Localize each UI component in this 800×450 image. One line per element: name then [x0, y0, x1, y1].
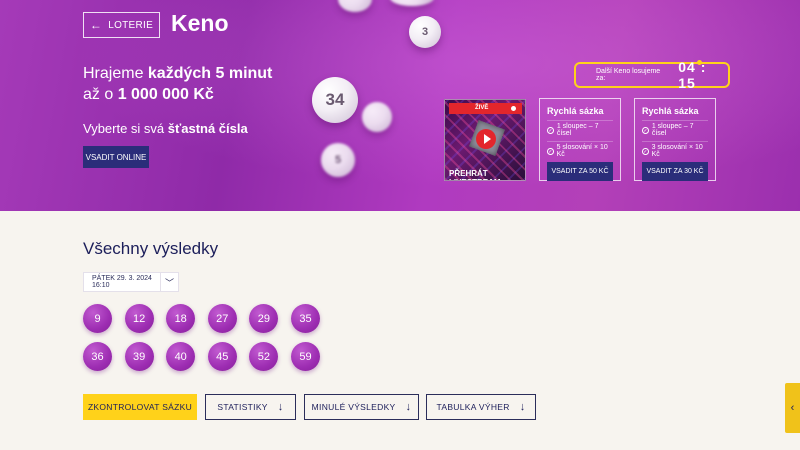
lottery-ball-decor: 5: [321, 143, 355, 177]
bet-online-button[interactable]: VSADIT ONLINE: [83, 146, 149, 168]
lottery-ball-decor: 3: [409, 16, 441, 48]
draw-date-value: PÁTEK 29. 3. 2024 16:10: [92, 275, 152, 289]
draw-countdown: Další Keno losujeme za: 04 : 15: [574, 59, 730, 91]
past-results-button[interactable]: MINULÉ VÝSLEDKY ↓: [304, 394, 419, 420]
drawn-number-ball: 39: [124, 342, 154, 371]
headline-text: Hrajeme: [83, 65, 148, 82]
lottery-ball-decor: 34: [312, 77, 358, 123]
drawn-number-ball: 52: [249, 342, 279, 371]
quick-bet-columns: 1 sloupec – 7 čísel: [651, 123, 694, 137]
livestream-label: PŘEHRÁT LIVESTREAM: [449, 169, 501, 180]
quick-bet-detail: ✓ 1 sloupec – 7 čísel: [642, 120, 708, 137]
check-circle-icon: ✓: [642, 126, 649, 134]
drawn-number-ball: 18: [166, 304, 196, 333]
lottery-ball-decor: [338, 0, 372, 12]
quick-bet-title: Rychlá sázka: [642, 106, 699, 116]
countdown-label: Další Keno losujeme za:: [596, 68, 661, 82]
drawn-number-ball: 27: [207, 304, 237, 333]
quick-bet-card: Rychlá sázka ✓ 1 sloupec – 7 čísel ✓ 5 slo…: [539, 98, 621, 181]
hero-headline: Hrajeme každých 5 minut až o 1 000 000 K…: [83, 63, 272, 105]
quick-bet-card: Rychlá sázka ✓ 1 sloupec – 7 čísel ✓ 3 slo…: [634, 98, 716, 181]
side-panel-toggle[interactable]: ‹: [785, 383, 800, 433]
check-circle-icon: ✓: [547, 126, 554, 134]
recording-dot-icon: [511, 106, 516, 111]
tagline-bold: šťastná čísla: [167, 121, 248, 136]
past-results-label: MINULÉ VÝSLEDKY: [311, 402, 396, 412]
live-badge-label: ŽIVĚ: [475, 105, 489, 111]
countdown-time: 04 : 15: [678, 59, 707, 91]
chevron-left-icon: ‹: [790, 402, 795, 414]
drawn-number-ball: 45: [207, 342, 237, 371]
draw-date-select[interactable]: PÁTEK 29. 3. 2024 16:10 ﹀: [83, 272, 179, 292]
arrow-down-icon: ↓: [405, 401, 412, 413]
headline-text: až o: [83, 86, 118, 103]
arrow-down-icon: ↓: [277, 401, 284, 413]
statistics-label: STATISTIKY: [217, 402, 268, 412]
drawn-number-ball: 29: [249, 304, 279, 333]
drawn-number-ball: 35: [291, 304, 320, 333]
quick-bet-title: Rychlá sázka: [547, 106, 604, 116]
livestream-card[interactable]: ŽIVĚ PŘEHRÁT LIVESTREAM: [444, 99, 526, 181]
quick-bet-columns: 1 sloupec – 7 čísel: [556, 123, 599, 137]
countdown-progress-dot: [697, 60, 702, 65]
back-to-lotteries-button[interactable]: ← LOTERIE: [83, 12, 160, 38]
live-badge: ŽIVĚ: [449, 103, 522, 114]
quick-bet-30-button[interactable]: VSADIT ZA 30 KČ: [642, 162, 708, 181]
check-circle-icon: ✓: [642, 147, 649, 155]
prize-table-label: TABULKA VÝHER: [436, 402, 510, 412]
quick-bet-detail: ✓ 5 slosování × 10 Kč: [547, 141, 613, 158]
quick-bet-draws: 5 slosování × 10 Kč: [556, 144, 608, 158]
quick-bet-draws: 3 slosování × 10 Kč: [651, 144, 703, 158]
arrow-left-icon: ←: [89, 18, 103, 32]
lottery-ball-decor: [390, 0, 434, 6]
tagline-text: Vyberte si svá: [83, 121, 168, 136]
page-title: Keno: [171, 10, 229, 36]
drawn-number-ball: 36: [83, 342, 112, 371]
hero-tagline: Vyberte si svá šťastná čísla: [83, 121, 248, 136]
headline-bold-prize: 1 000 000 Kč: [117, 86, 214, 103]
drawn-number-ball: 9: [83, 304, 112, 333]
chevron-down-icon[interactable]: ﹀: [160, 273, 178, 291]
play-icon[interactable]: [476, 129, 496, 149]
quick-bet-50-button[interactable]: VSADIT ZA 50 KČ: [547, 162, 613, 181]
lottery-ball-decor: [362, 102, 392, 132]
check-bet-button[interactable]: ZKONTROLOVAT SÁZKU: [83, 394, 197, 420]
back-button-label: LOTERIE: [108, 19, 154, 31]
drawn-number-ball: 12: [124, 304, 154, 333]
drawn-number-ball: 40: [166, 342, 196, 371]
hero-banner: 3 34 5 ← LOTERIE Keno Hrajeme každých 5 …: [0, 0, 800, 211]
headline-bold-frequency: každých 5 minut: [147, 65, 273, 82]
drawn-number-ball: 59: [291, 342, 320, 371]
results-heading: Všechny výsledky: [83, 239, 219, 258]
arrow-down-icon: ↓: [519, 401, 526, 413]
check-circle-icon: ✓: [547, 147, 554, 155]
quick-bet-detail: ✓ 1 sloupec – 7 čísel: [547, 120, 613, 137]
statistics-button[interactable]: STATISTIKY ↓: [205, 394, 296, 420]
prize-table-button[interactable]: TABULKA VÝHER ↓: [426, 394, 536, 420]
check-bet-label: ZKONTROLOVAT SÁZKU: [87, 402, 193, 412]
quick-bet-detail: ✓ 3 slosování × 10 Kč: [642, 141, 708, 158]
